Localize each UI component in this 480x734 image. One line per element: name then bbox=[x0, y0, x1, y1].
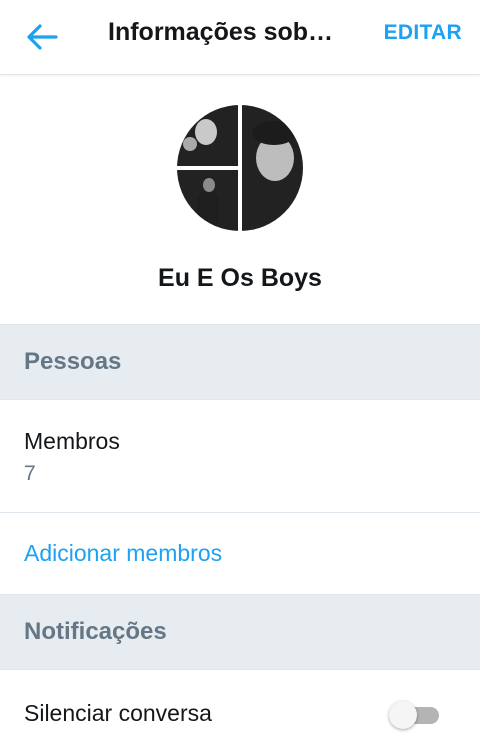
mute-conversation-label: Silenciar conversa bbox=[24, 700, 212, 726]
add-members-row[interactable]: Adicionar membros bbox=[0, 513, 480, 595]
mute-conversation-toggle[interactable] bbox=[389, 701, 441, 729]
members-label: Membros bbox=[24, 428, 120, 454]
section-title-notifications: Notificações bbox=[24, 618, 167, 645]
group-avatar[interactable] bbox=[177, 105, 303, 231]
members-count: 7 bbox=[24, 462, 36, 485]
member-photo-2 bbox=[177, 170, 238, 231]
group-name: Eu E Os Boys bbox=[158, 264, 322, 292]
toggle-knob bbox=[389, 701, 417, 729]
members-row[interactable]: Membros 7 bbox=[0, 400, 480, 513]
member-photo-3 bbox=[242, 105, 303, 231]
add-members-link[interactable]: Adicionar membros bbox=[24, 540, 222, 567]
section-header-notifications: Notificações bbox=[0, 595, 480, 670]
edit-button[interactable]: EDITAR bbox=[384, 21, 462, 45]
app-bar: Informações sob… EDITAR bbox=[0, 0, 480, 75]
page-title: Informações sob… bbox=[108, 18, 334, 46]
mute-conversation-row[interactable]: Silenciar conversa bbox=[0, 670, 480, 730]
group-header: Eu E Os Boys bbox=[0, 75, 480, 325]
section-header-people: Pessoas bbox=[0, 325, 480, 400]
member-photo-1 bbox=[177, 105, 238, 166]
arrow-left-icon[interactable] bbox=[24, 21, 58, 53]
section-title-people: Pessoas bbox=[24, 348, 122, 375]
